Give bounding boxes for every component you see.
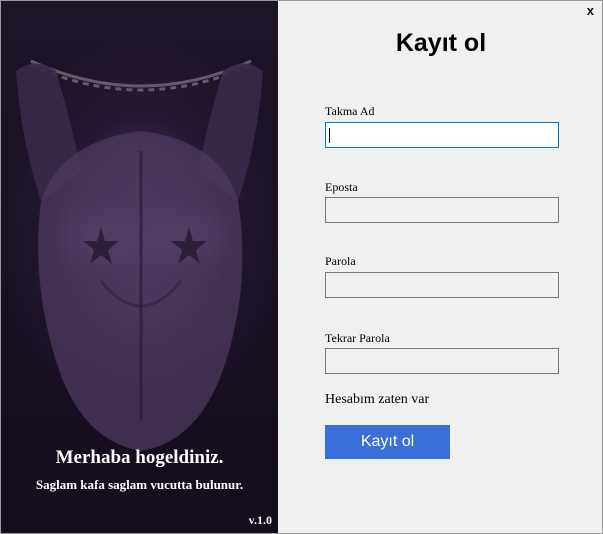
confirm-password-input[interactable] xyxy=(325,348,559,374)
password-label: Parola xyxy=(325,254,356,268)
close-button[interactable]: x xyxy=(587,4,594,18)
have-account-link[interactable]: Hesabım zaten var xyxy=(325,392,429,408)
register-button[interactable]: Kayıt ol xyxy=(325,425,450,459)
email-label: Eposta xyxy=(325,180,358,194)
confirm-password-label: Tekrar Parola xyxy=(325,331,390,345)
register-window: Merhaba hogeldiniz. Saglam kafa saglam v… xyxy=(0,0,603,534)
hero-panel: Merhaba hogeldiniz. Saglam kafa saglam v… xyxy=(1,1,278,533)
text-caret xyxy=(329,128,330,143)
hero-greeting: Merhaba hogeldiniz. xyxy=(55,447,224,468)
nickname-label: Takma Ad xyxy=(325,104,375,118)
password-input[interactable] xyxy=(325,272,559,298)
email-input[interactable] xyxy=(325,197,559,223)
nickname-input[interactable] xyxy=(325,122,559,148)
chain-graphic xyxy=(30,59,252,92)
form-title: Kayıt ol xyxy=(395,29,487,57)
hero-slogan: Saglam kafa saglam vucutta bulunur. xyxy=(35,477,244,492)
version-label: v.1.0 xyxy=(248,513,272,527)
